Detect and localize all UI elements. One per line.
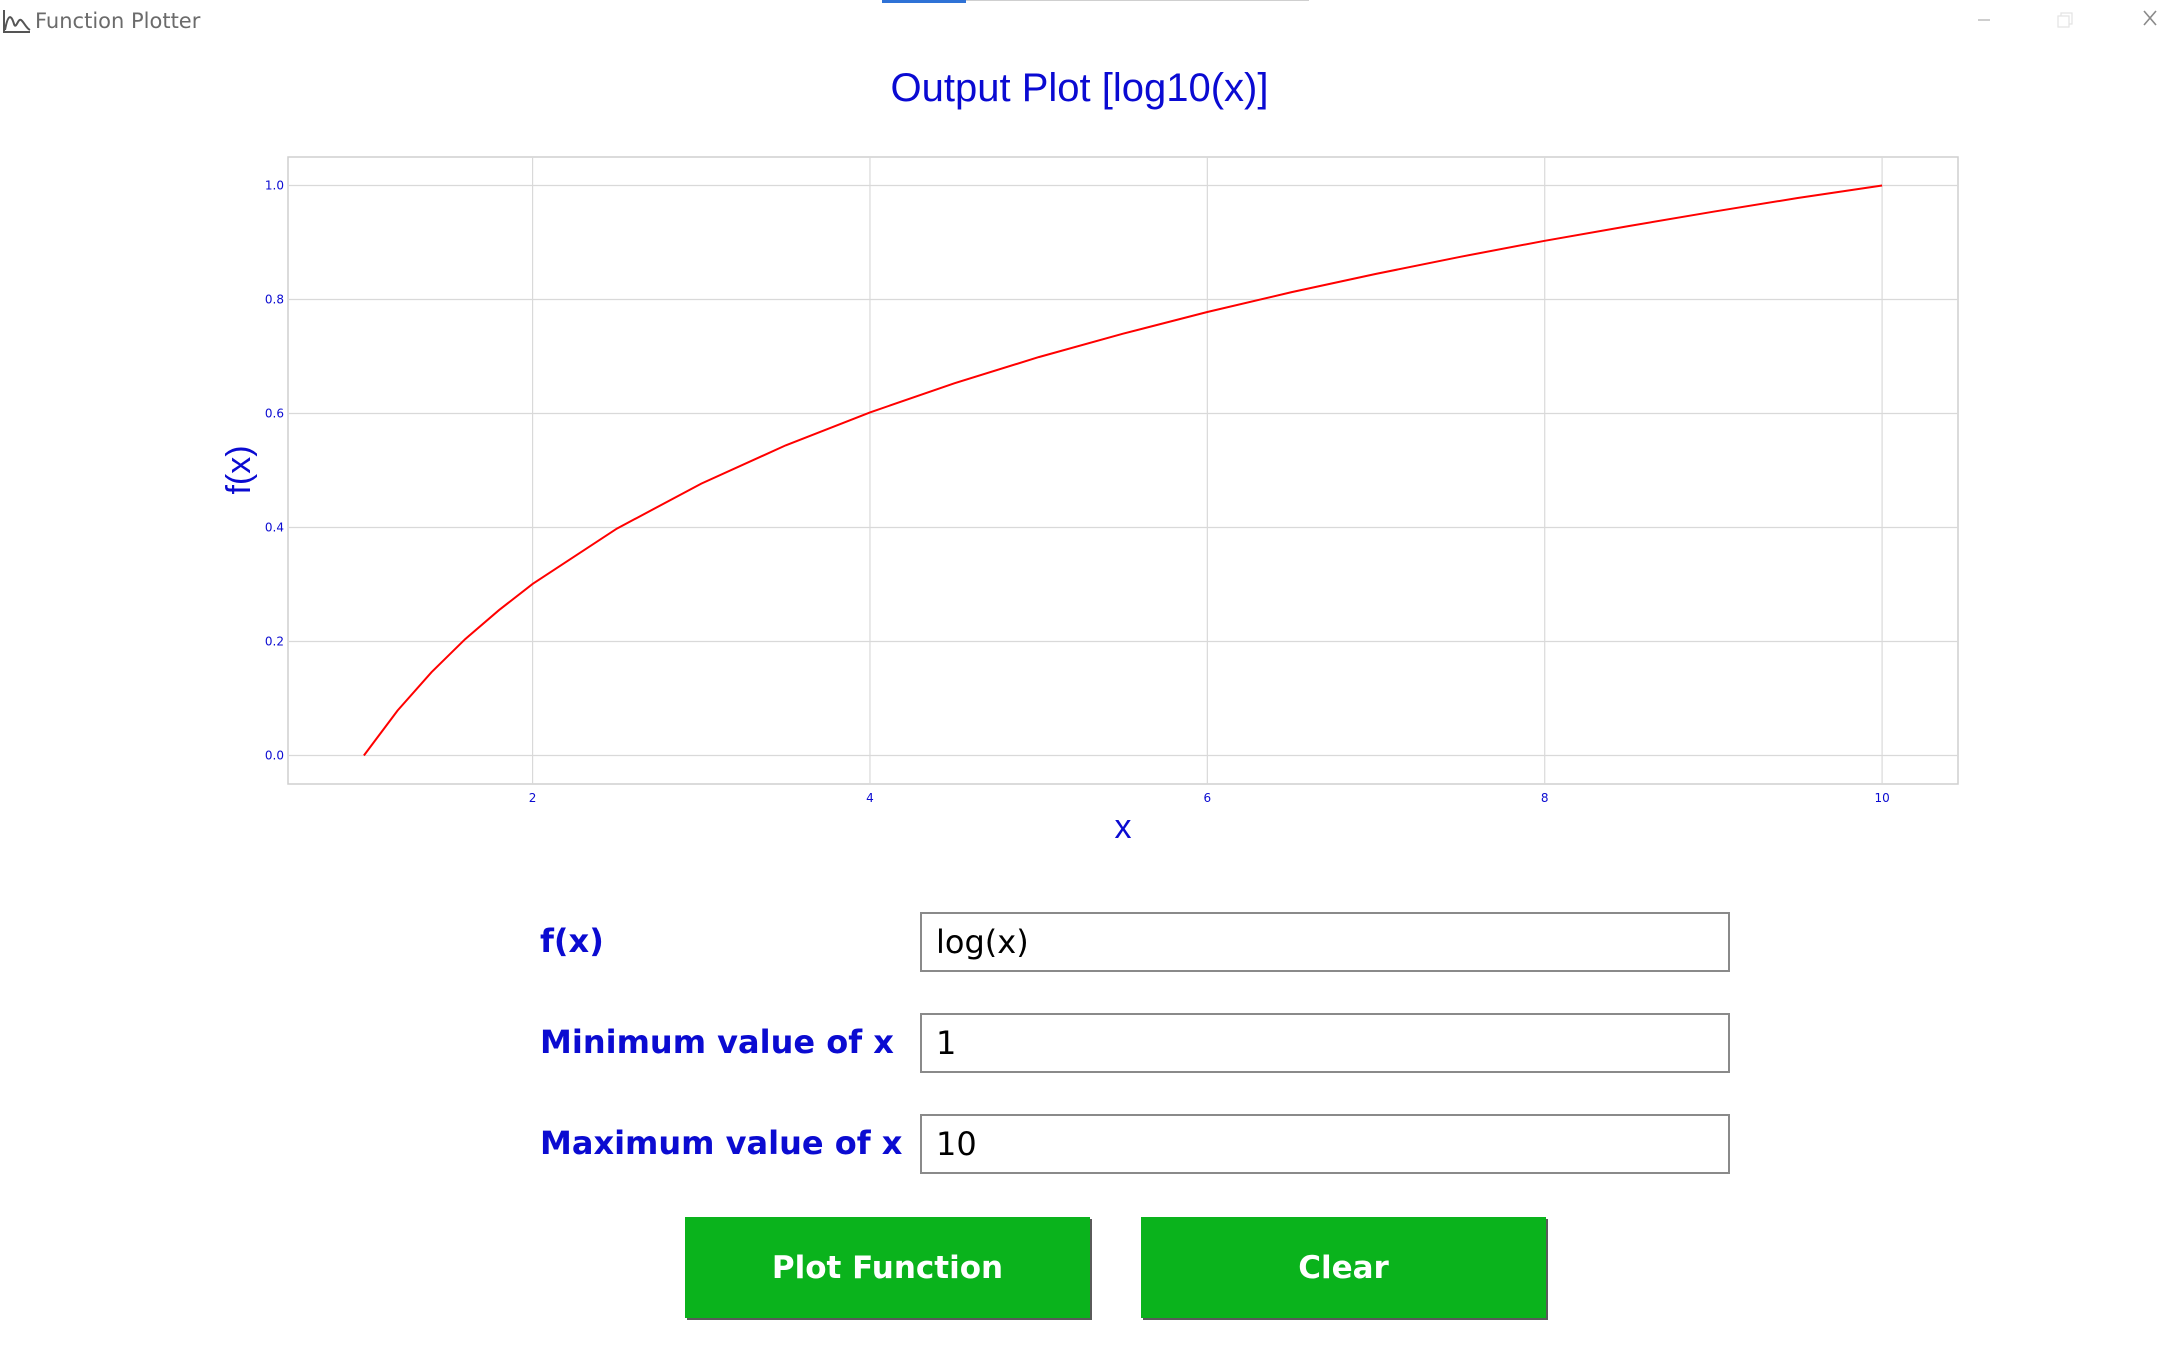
y-tick-label: 0.4 [265,521,284,535]
y-tick-label: 0.0 [265,749,284,763]
x-tick-label: 10 [1874,791,1889,805]
y-tick-label: 0.6 [265,407,284,421]
y-tick-label: 0.2 [265,635,284,649]
plot-canvas: 2 4 6 8 10 0.0 0.2 0.4 0.6 0.8 1.0 x f(x) [220,156,1959,846]
function-input[interactable] [920,912,1730,972]
x-tick-label: 6 [1204,791,1212,805]
fx-label: f(x) [540,922,604,960]
x-tick-label: 8 [1541,791,1549,805]
x-tick-label: 4 [866,791,874,805]
min-x-label: Minimum value of x [540,1023,894,1061]
clear-button[interactable]: Clear [1141,1217,1546,1318]
min-x-input[interactable] [920,1013,1730,1073]
y-axis-label: f(x) [220,445,258,494]
plot-frame [287,156,1959,785]
y-tick-label: 1.0 [265,179,284,193]
x-axis-label: x [1115,808,1132,846]
x-tick-label: 2 [529,791,537,805]
max-x-input[interactable] [920,1114,1730,1174]
y-tick-label: 0.8 [265,293,284,307]
max-x-label: Maximum value of x [540,1124,903,1162]
plot-function-button[interactable]: Plot Function [685,1217,1090,1318]
